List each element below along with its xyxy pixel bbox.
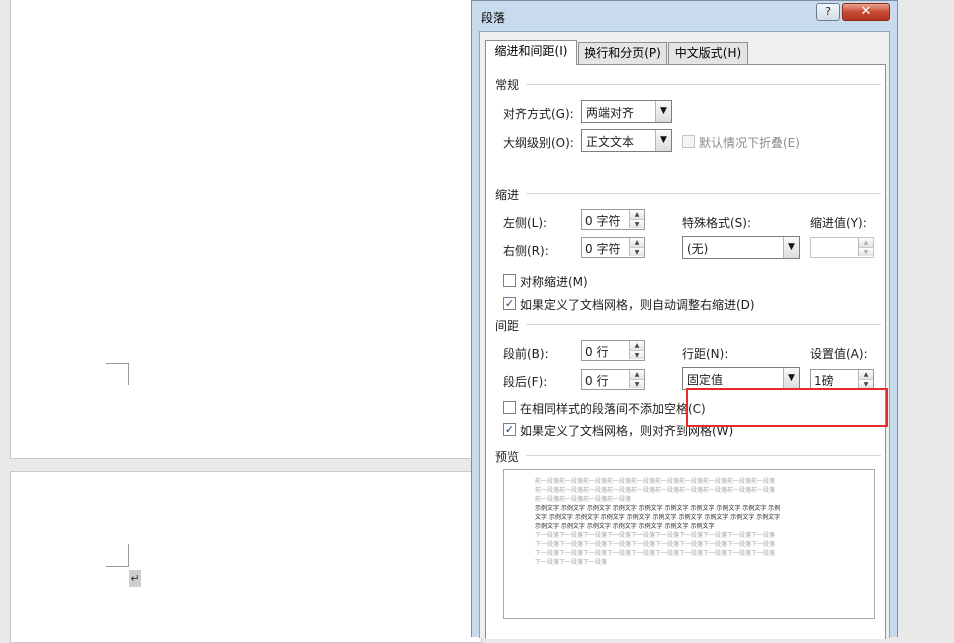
line-spacing-select[interactable]: 固定值 ▼	[682, 367, 800, 390]
no-space-same-style-label: 在相同样式的段落间不添加空格(C)	[520, 402, 706, 416]
indent-section-label: 缩进	[495, 186, 524, 203]
preview-section-label: 预览	[495, 448, 524, 465]
document-page-1	[10, 0, 482, 459]
spin-up-icon[interactable]: ▲	[858, 238, 873, 247]
left-indent-spinner[interactable]: 0 字符 ▲ ▼	[581, 209, 645, 230]
spacing-section-label: 间距	[495, 317, 524, 334]
spin-down-icon[interactable]: ▼	[629, 219, 644, 228]
spacing-before-label: 段前(B):	[503, 347, 549, 361]
spacing-at-spinner[interactable]: 1磅 ▲ ▼	[810, 369, 874, 390]
special-indent-select[interactable]: (无) ▼	[682, 236, 800, 259]
spacing-after-label: 段后(F):	[503, 375, 548, 389]
spacing-after-value: 0 行	[585, 374, 609, 388]
general-section-label: 常规	[495, 76, 524, 93]
margin-corner-mark	[106, 363, 129, 364]
special-indent-label: 特殊格式(S):	[682, 216, 752, 230]
section-divider	[526, 193, 881, 194]
spacing-after-spinner[interactable]: 0 行 ▲ ▼	[581, 369, 645, 390]
spin-down-icon[interactable]: ▼	[629, 379, 644, 388]
margin-corner-mark	[128, 363, 129, 385]
paragraph-mark[interactable]: ↵	[129, 570, 141, 587]
outline-level-select[interactable]: 正文文本 ▼	[581, 129, 672, 152]
indent-by-label: 缩进值(Y):	[810, 216, 867, 230]
left-indent-label: 左侧(L):	[503, 216, 548, 230]
spin-down-icon[interactable]: ▼	[629, 350, 644, 359]
indent-by-spinner[interactable]: ▲ ▼	[810, 237, 874, 258]
dropdown-arrow-icon[interactable]: ▼	[783, 368, 799, 389]
preview-next-line: 下一段落下一段落下一段落下一段落下一段落下一段落下一段落下一段落下一段落下一段落	[535, 541, 776, 548]
spin-up-icon[interactable]: ▲	[629, 370, 644, 379]
section-divider	[526, 84, 881, 85]
spin-up-icon[interactable]: ▲	[629, 210, 644, 219]
preview-sample-line: 示例文字 示例文字 示例文字 示例文字 示例文字 示例文字 示例文字 示例文字 …	[535, 505, 781, 512]
margin-corner-mark	[128, 544, 129, 566]
right-indent-value: 0 字符	[585, 242, 621, 256]
spin-down-icon[interactable]: ▼	[858, 379, 873, 388]
dialog-titlebar[interactable]: 段落 ? ✕	[472, 1, 897, 31]
preview-next-line: 下一段落下一段落下一段落下一段落下一段落下一段落下一段落下一段落下一段落下一段落	[535, 550, 776, 557]
dialog-title: 段落	[481, 11, 506, 25]
margin-corner-mark	[106, 566, 129, 567]
snap-to-grid-checkbox[interactable]: ✓	[503, 423, 516, 436]
mirror-indents-checkbox[interactable]	[503, 274, 516, 287]
paragraph-preview: 前一段落前一段落前一段落前一段落前一段落前一段落前一段落前一段落前一段落前一段落…	[503, 469, 875, 619]
mirror-indents-label: 对称缩进(M)	[520, 275, 588, 289]
preview-next-line: 下一段落下一段落下一段落下一段落下一段落下一段落下一段落下一段落下一段落下一段落	[535, 532, 776, 539]
alignment-select[interactable]: 两端对齐 ▼	[581, 100, 672, 123]
spin-up-icon[interactable]: ▲	[858, 370, 873, 379]
spin-up-icon[interactable]: ▲	[629, 238, 644, 247]
left-indent-value: 0 字符	[585, 214, 621, 228]
outline-level-value: 正文文本	[586, 135, 635, 149]
special-indent-value: (无)	[687, 242, 709, 256]
spacing-before-spinner[interactable]: 0 行 ▲ ▼	[581, 340, 645, 361]
dropdown-arrow-icon[interactable]: ▼	[655, 101, 671, 122]
tab-line-page-breaks[interactable]: 换行和分页(P)	[578, 42, 667, 64]
section-divider	[526, 455, 881, 456]
right-indent-spinner[interactable]: 0 字符 ▲ ▼	[581, 237, 645, 258]
spacing-at-label: 设置值(A):	[810, 347, 868, 361]
snap-to-grid-label: 如果定义了文档网格，则对齐到网格(W)	[520, 424, 734, 438]
help-button[interactable]: ?	[816, 3, 840, 21]
line-spacing-value: 固定值	[687, 373, 724, 387]
line-spacing-label: 行距(N):	[682, 347, 729, 361]
collapse-label: 默认情况下折叠(E)	[699, 136, 800, 150]
dropdown-arrow-icon[interactable]: ▼	[655, 130, 671, 151]
collapse-checkbox[interactable]	[682, 135, 695, 148]
preview-sample-line: 文字 示例文字 示例文字 示例文字 示例文字 示例文字 示例文字 示例文字 示例…	[535, 514, 781, 521]
outline-level-label: 大纲级别(O):	[503, 136, 574, 150]
alignment-label: 对齐方式(G):	[503, 107, 574, 121]
auto-adjust-indent-checkbox[interactable]: ✓	[503, 297, 516, 310]
auto-adjust-indent-label: 如果定义了文档网格，则自动调整右缩进(D)	[520, 298, 755, 312]
tab-indents-spacing[interactable]: 缩进和间距(I)	[485, 40, 577, 65]
tab-asian-typography[interactable]: 中文版式(H)	[668, 42, 748, 64]
spacing-before-value: 0 行	[585, 345, 609, 359]
right-indent-label: 右侧(R):	[503, 244, 549, 258]
preview-previous-line: 前一段落前一段落前一段落前一段落前一段落前一段落前一段落前一段落前一段落前一段落	[535, 478, 776, 485]
dropdown-arrow-icon[interactable]: ▼	[783, 237, 799, 258]
document-page-2	[10, 471, 482, 643]
section-divider	[526, 324, 881, 325]
no-space-same-style-checkbox[interactable]	[503, 401, 516, 414]
preview-sample-line: 示例文字 示例文字 示例文字 示例文字 示例文字 示例文字 示例文字	[535, 523, 715, 530]
close-button[interactable]: ✕	[842, 3, 890, 21]
spin-down-icon[interactable]: ▼	[629, 247, 644, 256]
preview-previous-line: 前一段落前一段落前一段落前一段落	[535, 496, 632, 503]
spacing-at-value: 1磅	[814, 374, 834, 388]
preview-previous-line: 前一段落前一段落前一段落前一段落前一段落前一段落前一段落前一段落前一段落前一段落	[535, 487, 776, 494]
alignment-value: 两端对齐	[586, 106, 635, 120]
spin-up-icon[interactable]: ▲	[629, 341, 644, 350]
preview-next-line: 下一段落下一段落下一段落	[535, 559, 608, 566]
spin-down-icon[interactable]: ▼	[858, 247, 873, 256]
